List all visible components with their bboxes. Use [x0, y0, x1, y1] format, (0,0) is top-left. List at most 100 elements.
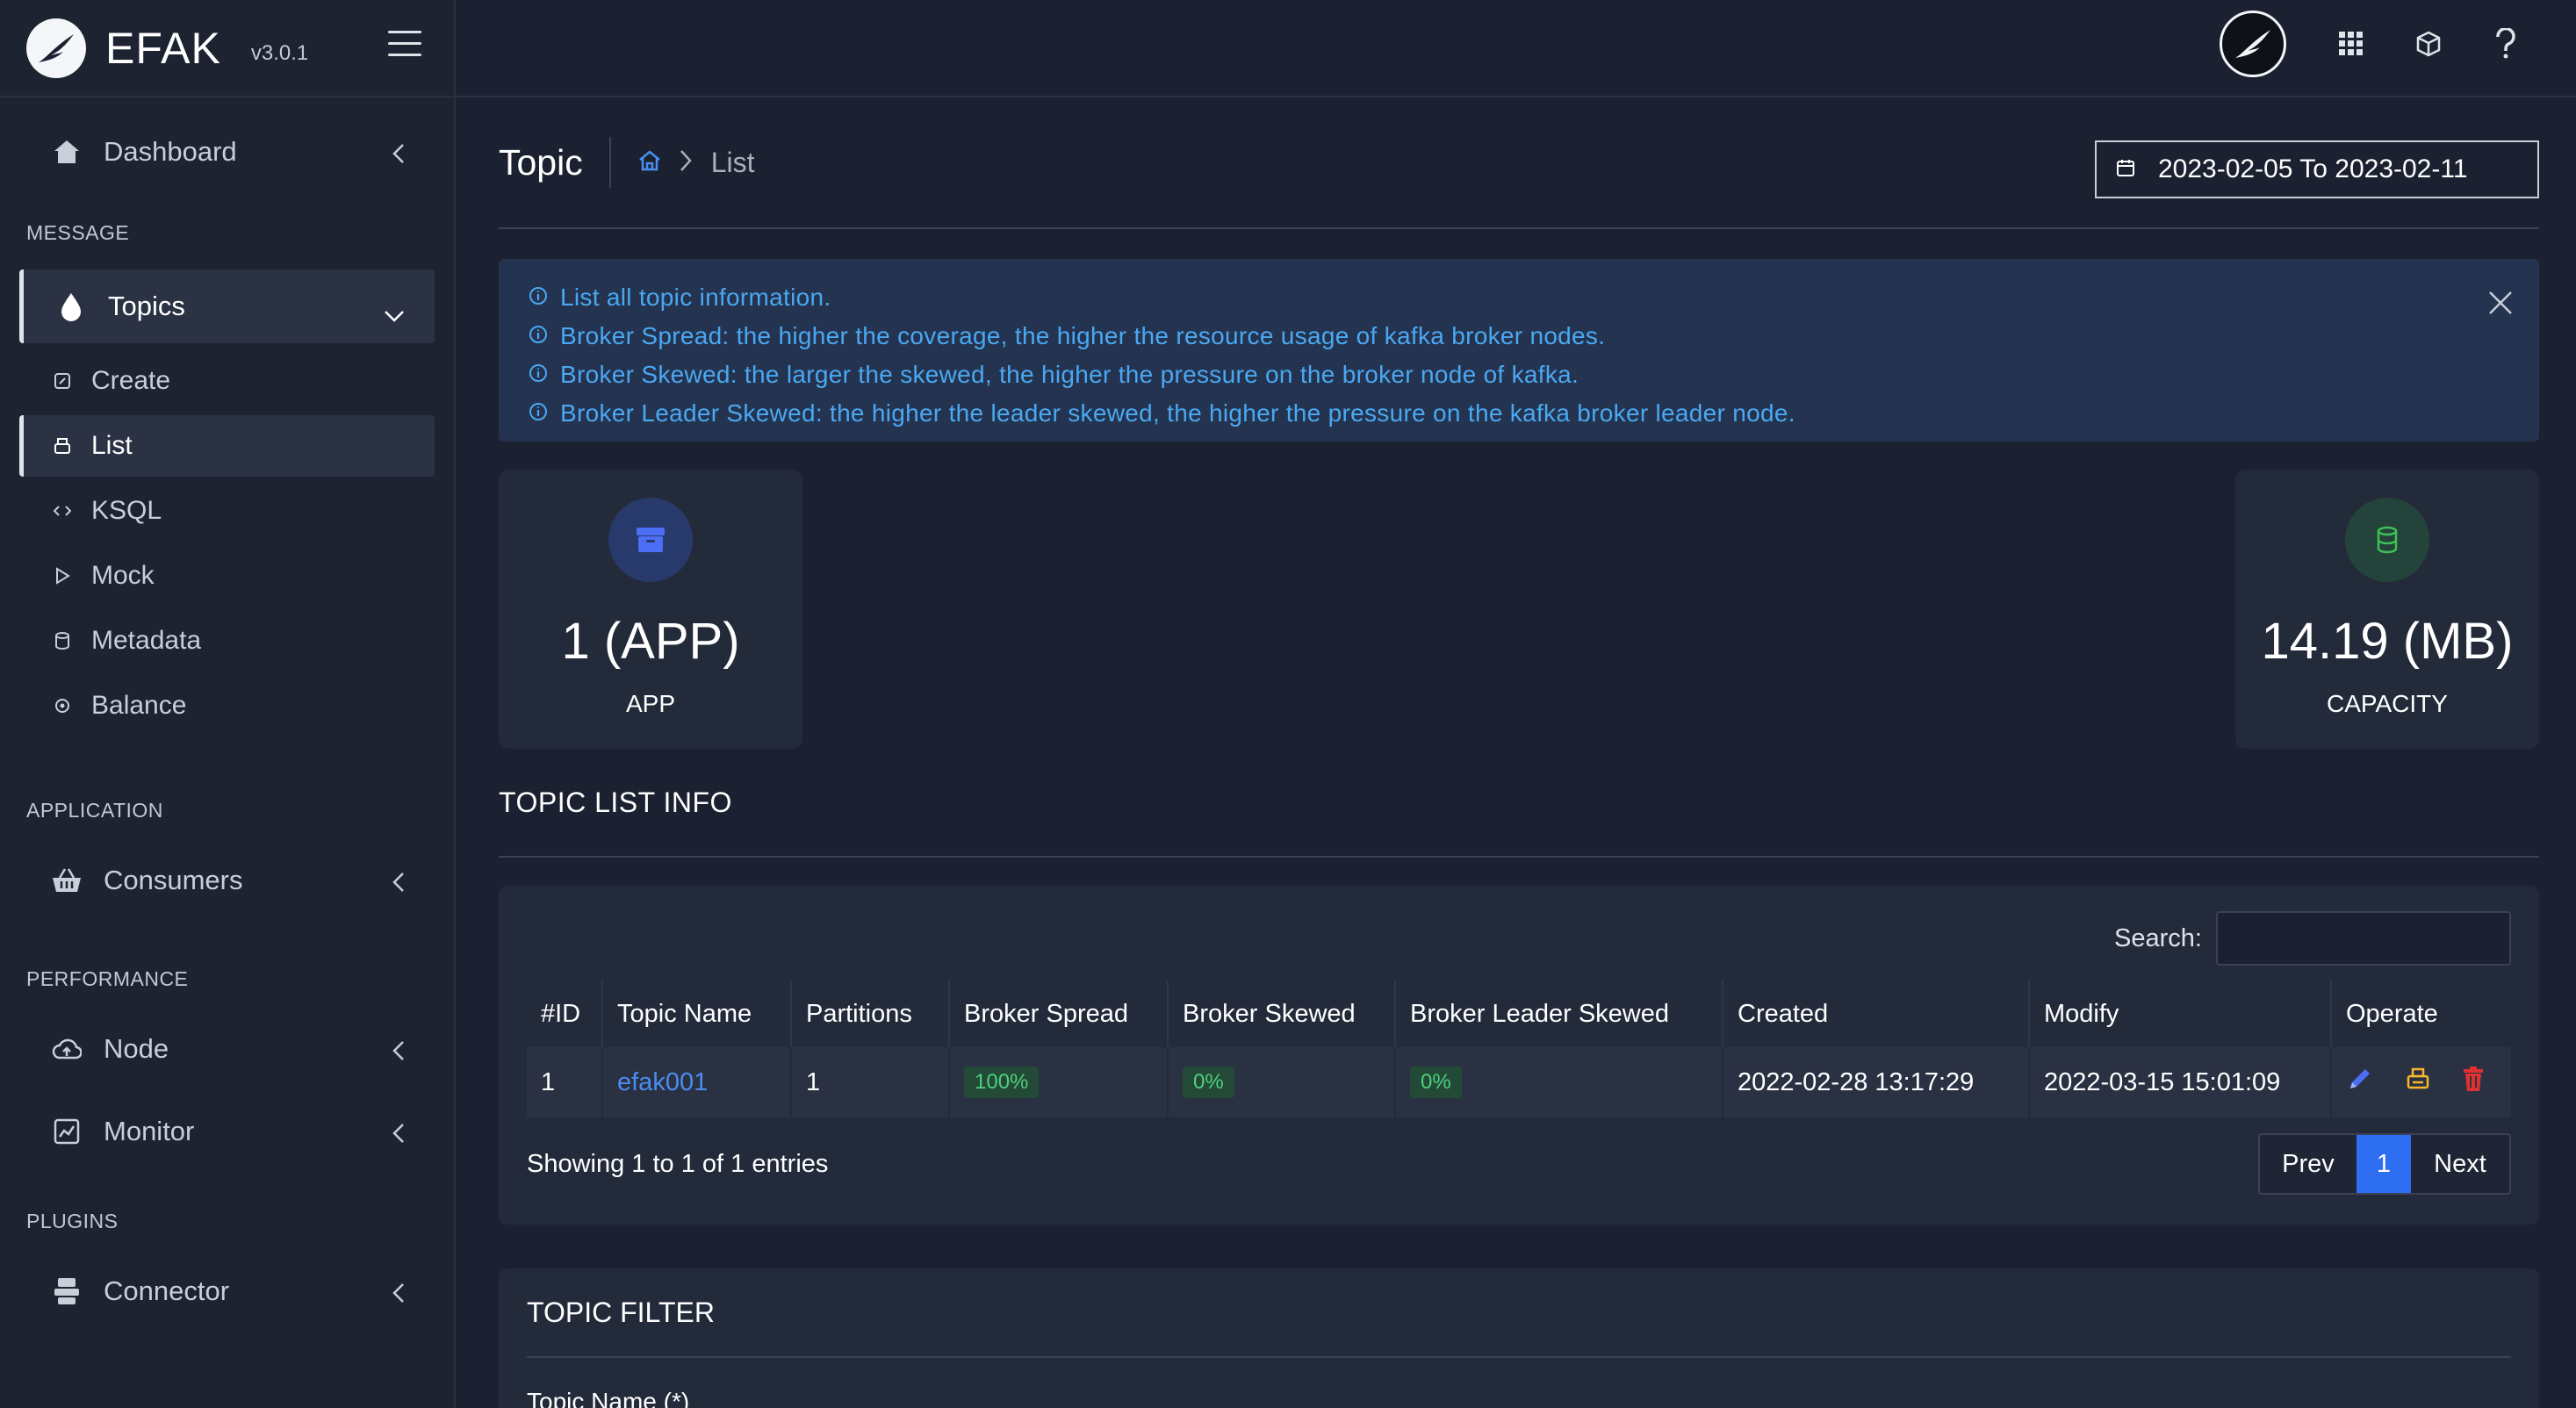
sidebar-subitem-list[interactable]: List	[19, 415, 435, 477]
column-header[interactable]: Broker Leader Skewed	[1395, 981, 1723, 1047]
brand-name: EFAK	[105, 23, 221, 73]
calendar-icon	[2116, 154, 2135, 184]
sidebar-item-topics[interactable]: Topics	[19, 269, 435, 343]
sidebar-subitem-mock[interactable]: Mock	[19, 545, 435, 607]
play-icon	[53, 566, 72, 585]
column-header[interactable]: Created	[1723, 981, 2030, 1047]
column-header[interactable]: Broker Skewed	[1168, 981, 1396, 1047]
column-header[interactable]: Modify	[2029, 981, 2332, 1047]
page-1-button[interactable]: 1	[2357, 1135, 2411, 1193]
sidebar-item-node[interactable]: Node	[19, 1012, 435, 1086]
archive-icon	[608, 498, 693, 582]
cell-operate	[2331, 1047, 2511, 1117]
sidebar-subitem-label: Create	[91, 366, 171, 395]
chevron-left-icon	[392, 868, 405, 900]
column-header[interactable]: Broker Spread	[949, 981, 1169, 1047]
date-range-picker[interactable]: 2023-02-05 To 2023-02-11	[2095, 140, 2539, 198]
sidebar-item-consumers[interactable]: Consumers	[19, 844, 435, 917]
prev-button[interactable]: Prev	[2260, 1135, 2357, 1193]
sidebar-subitem-label: List	[91, 431, 133, 460]
search-input[interactable]	[2216, 911, 2511, 966]
chart-line-icon	[51, 1116, 83, 1147]
efak-logo-icon[interactable]	[26, 18, 86, 78]
stat-label: APP	[625, 690, 676, 717]
print-icon[interactable]	[2406, 1067, 2430, 1098]
section-title-topic-list: TOPIC LIST INFO	[499, 749, 2539, 858]
apps-grid-icon[interactable]	[2334, 26, 2369, 61]
box-icon[interactable]	[2411, 26, 2446, 61]
alert-text: List all topic information.	[560, 284, 831, 311]
info-icon	[529, 284, 548, 312]
sidebar-subitem-label: Mock	[91, 561, 155, 590]
page-header: Topic List 2023-02-05 To 2023-02-11	[499, 97, 2539, 229]
breadcrumb: List	[637, 147, 755, 179]
cloud-upload-icon	[51, 1033, 83, 1065]
cell-id: 1	[527, 1047, 603, 1117]
sidebar-item-label: Node	[104, 1033, 169, 1064]
breadcrumb-current: List	[710, 146, 755, 178]
chevron-left-icon	[392, 1279, 405, 1311]
date-range-value: 2023-02-05 To 2023-02-11	[2158, 154, 2468, 183]
home-icon	[51, 136, 83, 168]
sidebar-item-label: Monitor	[104, 1116, 195, 1146]
topic-table-card: Search: #ID Topic Name Partitions Broker…	[499, 886, 2539, 1225]
stat-card-app: 1 (APP) APP	[499, 470, 802, 749]
code-icon	[53, 501, 72, 521]
sidebar-subitem-label: Metadata	[91, 626, 202, 655]
sidebar-item-dashboard[interactable]: Dashboard	[19, 115, 435, 189]
info-icon	[529, 361, 548, 389]
pagination: Prev 1 Next	[2258, 1133, 2511, 1195]
breadcrumb-home-icon[interactable]	[637, 147, 662, 179]
topic-table: #ID Topic Name Partitions Broker Spread …	[527, 981, 2511, 1117]
sidebar-item-monitor[interactable]: Monitor	[19, 1095, 435, 1168]
search-row: Search:	[527, 910, 2511, 966]
database-icon	[2345, 498, 2429, 582]
topic-submenu: Create List KSQL Mock Metadata Balance	[0, 350, 454, 736]
sidebar-subitem-balance[interactable]: Balance	[19, 675, 435, 736]
topic-link[interactable]: efak001	[617, 1068, 708, 1096]
chevron-left-icon	[392, 140, 405, 171]
connector-icon	[51, 1275, 83, 1307]
status-badge: 0%	[1183, 1067, 1234, 1098]
cell-broker-skewed: 0%	[1168, 1047, 1396, 1117]
alert-text: Broker Skewed: the larger the skewed, th…	[560, 361, 1579, 388]
close-icon[interactable]	[2486, 289, 2515, 321]
help-icon[interactable]	[2488, 26, 2523, 61]
edit-icon	[53, 371, 72, 391]
sidebar-subitem-ksql[interactable]: KSQL	[19, 480, 435, 542]
cell-created: 2022-02-28 13:17:29	[1723, 1047, 2030, 1117]
sidebar-subitem-metadata[interactable]: Metadata	[19, 610, 435, 672]
alert-line: Broker Spread: the higher the coverage, …	[529, 317, 2509, 356]
status-badge: 100%	[964, 1067, 1040, 1098]
balance-icon	[53, 696, 72, 715]
chevron-left-icon	[392, 1119, 405, 1151]
cell-modify: 2022-03-15 15:01:09	[2029, 1047, 2332, 1117]
trash-icon[interactable]	[2462, 1066, 2485, 1099]
sidebar-subitem-label: Balance	[91, 691, 187, 720]
column-header[interactable]: Operate	[2331, 981, 2511, 1047]
sidebar-subitem-create[interactable]: Create	[19, 350, 435, 412]
alert-text: Broker Spread: the higher the coverage, …	[560, 322, 1606, 349]
column-header[interactable]: Topic Name	[602, 981, 792, 1047]
section-heading-plugins: PLUGINS	[26, 1209, 119, 1232]
page-title: Topic	[499, 141, 583, 183]
section-title-topic-filter: TOPIC FILTER	[527, 1268, 2511, 1358]
avatar[interactable]	[2220, 11, 2286, 77]
column-header[interactable]: #ID	[527, 981, 603, 1047]
table-row: 1 efak001 1 100% 0% 0% 2022-02-28 13:17:…	[527, 1047, 2511, 1117]
alert-line: Broker Leader Skewed: the higher the lea…	[529, 394, 2509, 433]
sidebar-item-label: Dashboard	[104, 136, 237, 167]
edit-icon[interactable]	[2346, 1065, 2374, 1100]
chevron-right-icon	[680, 147, 692, 179]
info-alert: List all topic information. Broker Sprea…	[499, 259, 2539, 442]
main-content: Topic List 2023-02-05 To 2023-02-11 List…	[499, 97, 2539, 1408]
column-header[interactable]: Partitions	[791, 981, 950, 1047]
stat-card-capacity: 14.19 (MB) CAPACITY	[2235, 470, 2539, 749]
section-heading-application: APPLICATION	[26, 798, 163, 822]
chevron-left-icon	[392, 1037, 405, 1068]
menu-toggle-icon[interactable]	[388, 31, 421, 59]
sidebar-item-connector[interactable]: Connector	[19, 1254, 435, 1328]
cell-broker-spread: 100%	[949, 1047, 1169, 1117]
stats-row: 1 (APP) APP 14.19 (MB) CAPACITY	[499, 470, 2539, 749]
next-button[interactable]: Next	[2411, 1135, 2509, 1193]
